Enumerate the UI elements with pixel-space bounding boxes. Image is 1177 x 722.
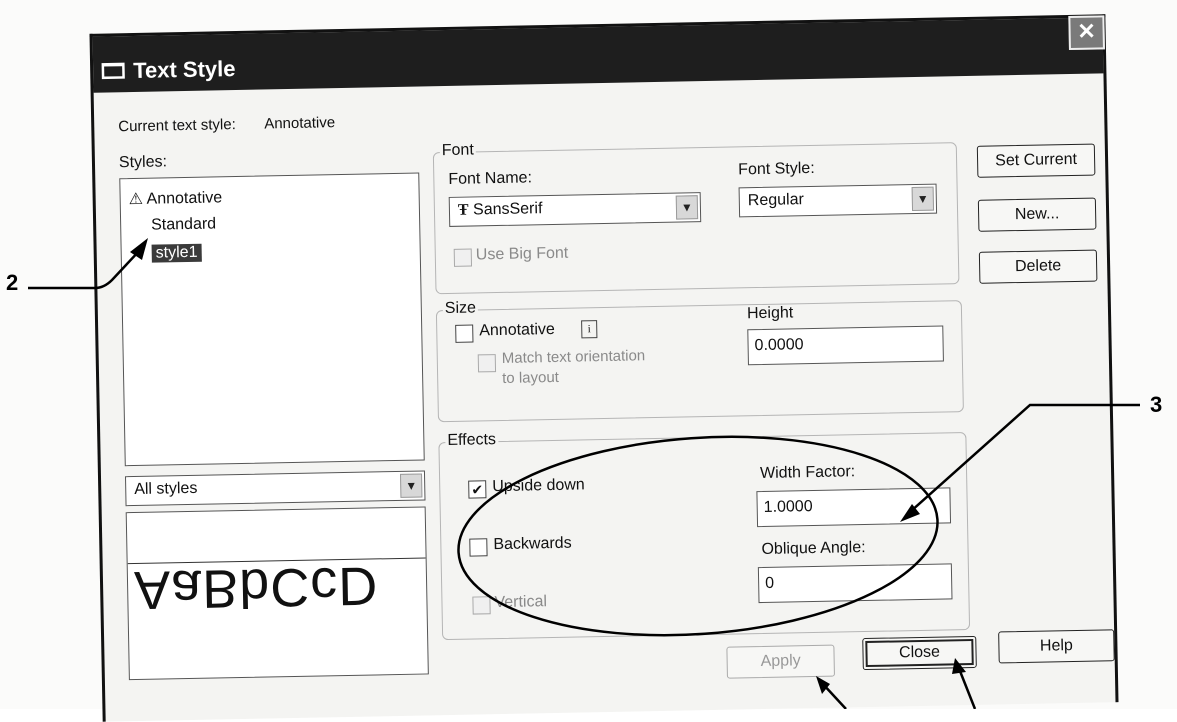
dialog-icon <box>101 62 125 80</box>
chevron-down-icon[interactable]: ▼ <box>911 186 935 212</box>
callout-3-label: 3 <box>1150 392 1163 417</box>
list-item-annotative[interactable]: ⚠ Annotative <box>128 187 223 209</box>
styles-filter-select[interactable]: All styles ▼ <box>124 470 426 507</box>
styles-list[interactable]: ⚠ Annotative Standard style1 <box>119 172 425 467</box>
current-style-value: Annotative <box>264 114 336 133</box>
dialog-body: Current text style: Annotative Styles: ⚠… <box>94 73 1116 721</box>
chevron-down-icon[interactable]: ▼ <box>675 195 699 220</box>
height-label: Height <box>746 304 794 323</box>
upside-down-label: Upside down <box>492 476 585 496</box>
set-current-button[interactable]: Set Current <box>976 143 1096 178</box>
dialog-title: Text Style <box>132 56 236 83</box>
help-button[interactable]: Help <box>998 629 1115 664</box>
current-style-label: Current text style: <box>118 116 236 136</box>
apply-button[interactable]: Apply <box>726 644 835 679</box>
size-group: Size Annotative i Match text orientation… <box>435 299 964 423</box>
page: Text Style ✕ Current text style: Annotat… <box>0 0 1177 722</box>
text-preview: AaBbCcD <box>125 506 429 681</box>
vertical-checkbox[interactable] <box>472 596 491 615</box>
vertical-label: Vertical <box>494 593 548 612</box>
font-name-label: Font Name: <box>448 169 533 188</box>
font-style-select[interactable]: Regular ▼ <box>738 183 938 218</box>
callout-2-label: 2 <box>6 270 19 295</box>
preview-text: AaBbCcD <box>133 555 379 621</box>
effects-group: Effects ✔ Upside down Backwards Vertical… <box>438 431 971 641</box>
delete-button[interactable]: Delete <box>978 249 1098 284</box>
chevron-down-icon[interactable]: ▼ <box>399 473 423 498</box>
font-name-value: Ŧ SansSerif <box>457 200 543 219</box>
font-group: Font Font Name: Ŧ SansSerif ▼ Font Style… <box>432 141 960 295</box>
truetype-icon: Ŧ <box>457 201 469 219</box>
styles-label: Styles: <box>118 153 168 172</box>
use-big-font-label: Use Big Font <box>475 244 569 264</box>
width-factor-field[interactable]: 1.0000 <box>756 487 952 528</box>
styles-filter-value: All styles <box>134 479 198 499</box>
close-button[interactable]: Close <box>862 635 977 671</box>
annotative-checkbox[interactable] <box>455 324 474 343</box>
match-orientation-checkbox[interactable] <box>477 354 497 373</box>
backwards-checkbox[interactable] <box>469 538 488 557</box>
font-name-select[interactable]: Ŧ SansSerif ▼ <box>448 192 702 227</box>
oblique-angle-label: Oblique Angle: <box>761 539 866 559</box>
height-field[interactable]: 0.0000 <box>747 325 944 366</box>
list-item-style1[interactable]: style1 <box>151 243 202 263</box>
close-icon[interactable]: ✕ <box>1068 15 1105 51</box>
new-style-button[interactable]: New... <box>977 197 1097 232</box>
font-style-label: Font Style: <box>738 159 815 179</box>
info-icon[interactable]: i <box>581 320 598 339</box>
width-factor-value: 1.0000 <box>763 498 813 516</box>
effects-group-label: Effects <box>445 431 499 451</box>
height-value: 0.0000 <box>754 336 804 355</box>
annotative-icon: ⚠ <box>128 190 144 209</box>
font-style-value: Regular <box>747 191 804 210</box>
match-orientation-label-line1: Match text orientation <box>501 347 646 367</box>
upside-down-checkbox[interactable]: ✔ <box>468 480 487 499</box>
annotative-label: Annotative <box>479 320 556 340</box>
list-item-standard[interactable]: Standard <box>151 215 216 234</box>
size-group-label: Size <box>442 299 479 319</box>
use-big-font-checkbox[interactable] <box>453 248 473 267</box>
text-style-dialog: Text Style ✕ Current text style: Annotat… <box>89 14 1119 722</box>
match-orientation-label-line2: to layout <box>502 368 560 387</box>
backwards-label: Backwards <box>493 534 572 554</box>
oblique-angle-value: 0 <box>765 574 775 592</box>
width-factor-label: Width Factor: <box>759 463 856 483</box>
oblique-angle-field[interactable]: 0 <box>757 563 953 604</box>
font-group-label: Font <box>439 141 476 161</box>
